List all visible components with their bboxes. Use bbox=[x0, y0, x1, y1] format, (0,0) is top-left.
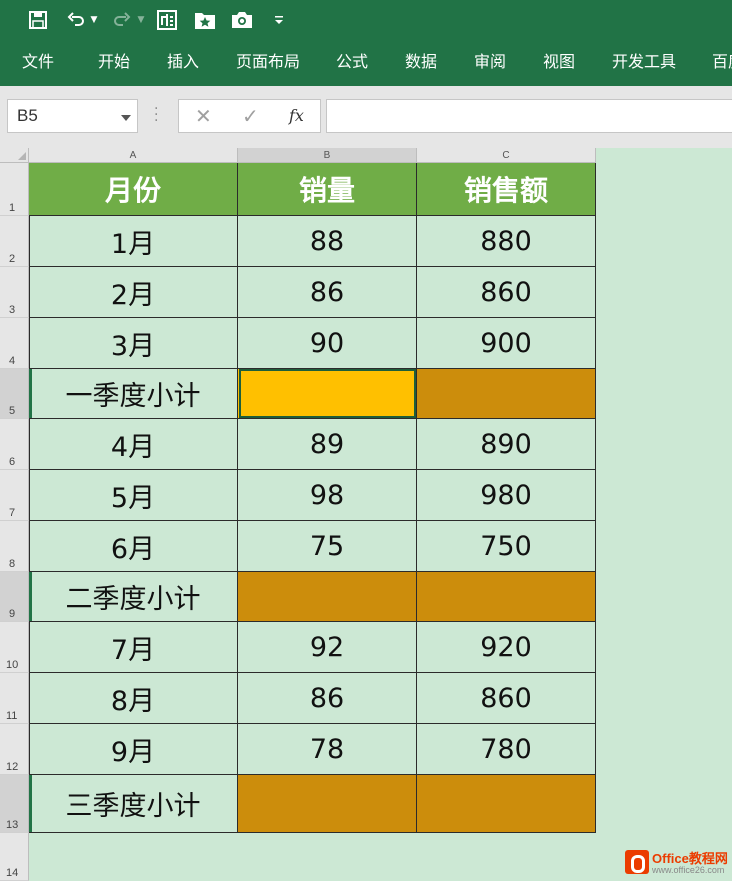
watermark: Office教程网 www.office26.com bbox=[622, 846, 732, 881]
tab-view[interactable]: 视图 bbox=[543, 50, 575, 74]
table-cell[interactable]: 1月 bbox=[29, 216, 238, 267]
office-logo-icon bbox=[625, 850, 649, 874]
name-box-value: B5 bbox=[17, 106, 38, 125]
subtotal-label-q1[interactable]: 一季度小计 bbox=[29, 369, 238, 419]
table-cell[interactable]: 8月 bbox=[29, 673, 238, 724]
tab-baidu[interactable]: 百度 bbox=[712, 50, 732, 74]
subtotal-cell-q1-volume[interactable] bbox=[238, 369, 417, 419]
formula-input[interactable] bbox=[326, 99, 732, 133]
table-cell[interactable]: 750 bbox=[417, 521, 596, 572]
watermark-url: www.office26.com bbox=[652, 865, 725, 875]
table-cell[interactable]: 5月 bbox=[29, 470, 238, 521]
select-all-corner[interactable] bbox=[0, 148, 29, 163]
table-cell[interactable]: 920 bbox=[417, 622, 596, 673]
header-cell-month[interactable]: 月份 bbox=[29, 163, 238, 216]
table-cell[interactable]: 4月 bbox=[29, 419, 238, 470]
favorite-folder-icon[interactable] bbox=[192, 6, 218, 34]
column-header-a[interactable]: A bbox=[29, 148, 238, 163]
subtotal-cell-q3-volume[interactable] bbox=[238, 775, 417, 833]
row-header[interactable]: 9 bbox=[0, 572, 29, 622]
header-cell-sales-amount[interactable]: 销售额 bbox=[417, 163, 596, 216]
tab-insert[interactable]: 插入 bbox=[167, 50, 199, 74]
tab-formulas[interactable]: 公式 bbox=[336, 50, 368, 74]
table-cell[interactable]: 2月 bbox=[29, 267, 238, 318]
subtotal-cell-q3-amount[interactable] bbox=[417, 775, 596, 833]
cancel-icon[interactable]: ✕ bbox=[195, 104, 212, 128]
tab-data[interactable]: 数据 bbox=[405, 50, 437, 74]
quick-access-toolbar: ▼ ▼ bbox=[0, 0, 732, 40]
subtotal-label-q3[interactable]: 三季度小计 bbox=[29, 775, 238, 833]
table-cell[interactable]: 900 bbox=[417, 318, 596, 369]
table-cell[interactable]: 780 bbox=[417, 724, 596, 775]
subtotal-cell-q2-amount[interactable] bbox=[417, 572, 596, 622]
table-cell[interactable]: 6月 bbox=[29, 521, 238, 572]
redo-dropdown-icon[interactable]: ▼ bbox=[136, 6, 146, 34]
subtotal-cell-q2-volume[interactable] bbox=[238, 572, 417, 622]
table-cell[interactable]: 7月 bbox=[29, 622, 238, 673]
row-header[interactable]: 5 bbox=[0, 369, 29, 419]
row-header[interactable]: 11 bbox=[0, 673, 29, 724]
table-cell[interactable]: 860 bbox=[417, 673, 596, 724]
row-header[interactable]: 6 bbox=[0, 419, 29, 470]
subtotal-label-q2[interactable]: 二季度小计 bbox=[29, 572, 238, 622]
table-cell[interactable]: 86 bbox=[238, 673, 417, 724]
table-cell[interactable]: 860 bbox=[417, 267, 596, 318]
formula-buttons: ✕ ✓ fx bbox=[178, 99, 321, 133]
column-header-c[interactable]: C bbox=[417, 148, 596, 163]
row-header[interactable]: 14 bbox=[0, 833, 29, 881]
customize-dropdown-icon[interactable] bbox=[271, 6, 287, 34]
tab-file[interactable]: 文件 bbox=[22, 50, 54, 74]
table-cell[interactable]: 75 bbox=[238, 521, 417, 572]
row-header[interactable]: 10 bbox=[0, 622, 29, 673]
save-icon[interactable] bbox=[26, 6, 50, 34]
table-cell[interactable]: 88 bbox=[238, 216, 417, 267]
tab-developer[interactable]: 开发工具 bbox=[612, 50, 676, 74]
table-cell[interactable]: 890 bbox=[417, 419, 596, 470]
tab-review[interactable]: 审阅 bbox=[474, 50, 506, 74]
enter-icon[interactable]: ✓ bbox=[242, 104, 259, 128]
table-cell[interactable]: 92 bbox=[238, 622, 417, 673]
name-box[interactable]: B5 bbox=[7, 99, 138, 133]
custom-icon[interactable] bbox=[154, 6, 180, 34]
tab-home[interactable]: 开始 bbox=[98, 50, 130, 74]
table-cell[interactable]: 880 bbox=[417, 216, 596, 267]
table-cell[interactable]: 980 bbox=[417, 470, 596, 521]
formula-bar: B5 · · · ✕ ✓ fx bbox=[0, 86, 732, 148]
row-header[interactable]: 13 bbox=[0, 775, 29, 833]
row-header[interactable]: 8 bbox=[0, 521, 29, 572]
row-header[interactable]: 1 bbox=[0, 163, 29, 216]
undo-icon[interactable] bbox=[64, 6, 88, 34]
redo-icon[interactable] bbox=[110, 6, 134, 34]
ribbon-tabs: 文件 开始 插入 页面布局 公式 数据 审阅 视图 开发工具 百度 bbox=[0, 40, 732, 86]
row-header[interactable]: 4 bbox=[0, 318, 29, 369]
table-cell[interactable]: 98 bbox=[238, 470, 417, 521]
table-cell[interactable]: 3月 bbox=[29, 318, 238, 369]
row-header[interactable]: 2 bbox=[0, 216, 29, 267]
row-header[interactable]: 7 bbox=[0, 470, 29, 521]
row-header[interactable]: 3 bbox=[0, 267, 29, 318]
table-cell[interactable]: 9月 bbox=[29, 724, 238, 775]
subtotal-cell-q1-amount[interactable] bbox=[417, 369, 596, 419]
table-cell[interactable]: 90 bbox=[238, 318, 417, 369]
name-box-dropdown-icon[interactable] bbox=[121, 115, 131, 121]
undo-dropdown-icon[interactable]: ▼ bbox=[89, 6, 99, 34]
insert-function-icon[interactable]: fx bbox=[289, 106, 304, 125]
header-cell-sales-volume[interactable]: 销量 bbox=[238, 163, 417, 216]
camera-icon[interactable] bbox=[229, 6, 255, 34]
column-header-b[interactable]: B bbox=[238, 148, 417, 163]
table-cell[interactable]: 89 bbox=[238, 419, 417, 470]
select-all-icon bbox=[18, 152, 26, 160]
row-header[interactable]: 12 bbox=[0, 724, 29, 775]
tab-page-layout[interactable]: 页面布局 bbox=[236, 50, 300, 74]
table-cell[interactable]: 78 bbox=[238, 724, 417, 775]
table-cell[interactable]: 86 bbox=[238, 267, 417, 318]
drag-handle-icon[interactable]: · · · bbox=[154, 102, 158, 128]
